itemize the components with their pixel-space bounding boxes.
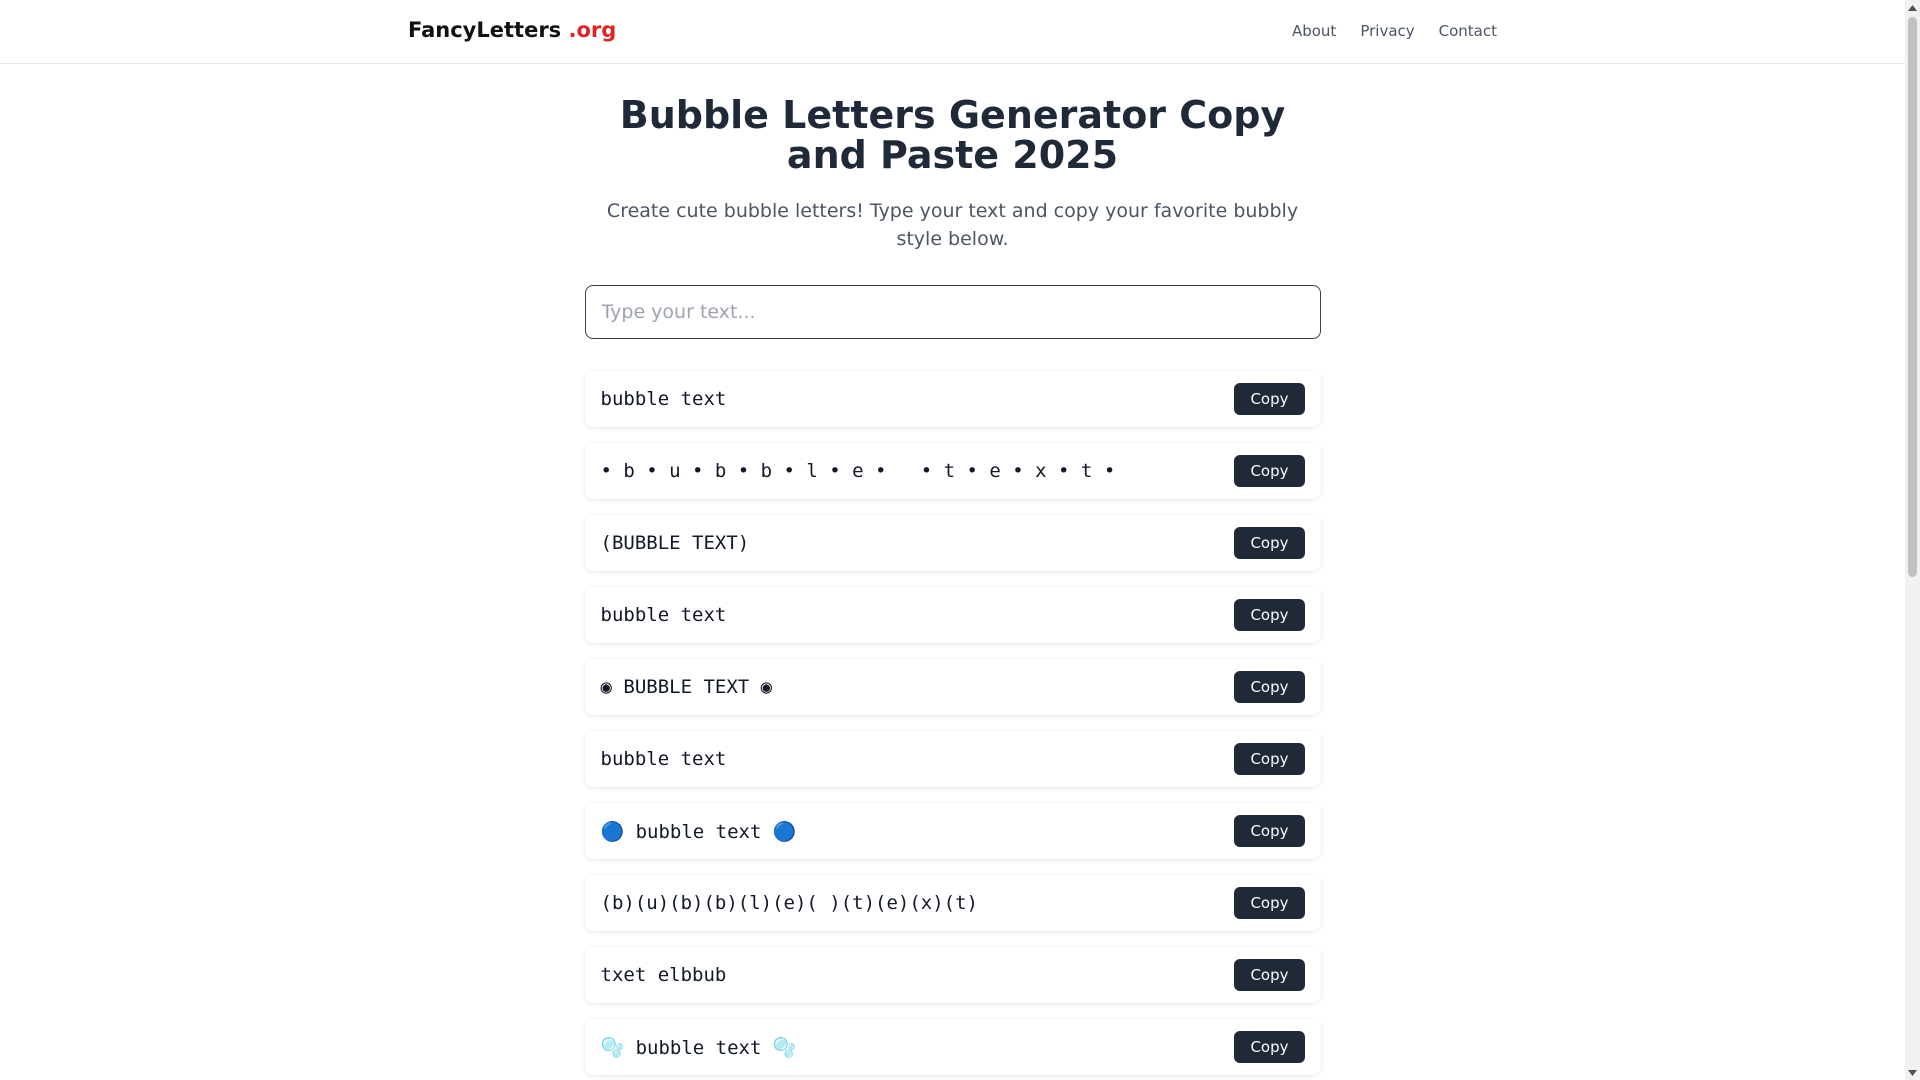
style-row: bubble text Copy: [584, 371, 1321, 427]
style-row: 🔵 bubble text 🔵 Copy: [584, 803, 1321, 859]
copy-button[interactable]: Copy: [1234, 815, 1305, 847]
style-text: (BUBBLE TEXT): [600, 532, 750, 554]
style-text: txet elbbub: [600, 964, 727, 986]
scroll-up-arrow-icon[interactable]: [1905, 0, 1920, 15]
style-row: bubble text Copy: [584, 731, 1321, 787]
style-text: bubble text: [600, 748, 727, 770]
style-row: (BUBBLE TEXT) Copy: [584, 515, 1321, 571]
style-row: 🫧 bubble text 🫧 Copy: [584, 1019, 1321, 1075]
brand-tld: .org: [568, 18, 617, 42]
brand-logo-link[interactable]: FancyLetters .org: [408, 18, 616, 42]
site-header: FancyLetters .org About Privacy Contact: [0, 0, 1905, 64]
main-content: Bubble Letters Generator Copy and Paste …: [584, 93, 1321, 1075]
page-subtitle: Create cute bubble letters! Type your te…: [606, 200, 1299, 250]
page-title: Bubble Letters Generator Copy and Paste …: [619, 93, 1286, 177]
nav-link-privacy[interactable]: Privacy: [1360, 22, 1414, 40]
style-row: txet elbbub Copy: [584, 947, 1321, 1003]
copy-button[interactable]: Copy: [1234, 455, 1305, 487]
brand-name: FancyLetters: [408, 18, 562, 42]
style-text: bubble text: [600, 604, 727, 626]
copy-button[interactable]: Copy: [1234, 599, 1305, 631]
page: FancyLetters .org About Privacy Contact …: [0, 0, 1905, 1080]
style-text: bubble text: [600, 388, 727, 410]
style-text: 🫧 bubble text 🫧: [600, 1036, 797, 1059]
copy-button[interactable]: Copy: [1234, 671, 1305, 703]
page-scrollbar[interactable]: [1905, 0, 1920, 1080]
top-nav: About Privacy Contact: [1292, 22, 1497, 40]
copy-button[interactable]: Copy: [1234, 383, 1305, 415]
text-input[interactable]: [584, 285, 1321, 339]
style-row: (b)(u)(b)(b)(l)(e)( )(t)(e)(x)(t) Copy: [584, 875, 1321, 931]
style-text: • b • u • b • b • l • e • • t • e • x • …: [600, 460, 1116, 482]
style-row: • b • u • b • b • l • e • • t • e • x • …: [584, 443, 1321, 499]
nav-link-about[interactable]: About: [1292, 22, 1336, 40]
style-row: bubble text Copy: [584, 587, 1321, 643]
style-text: ◉ BUBBLE TEXT ◉: [600, 676, 773, 698]
scroll-down-arrow-icon[interactable]: [1905, 1065, 1920, 1080]
copy-button[interactable]: Copy: [1234, 887, 1305, 919]
styles-list: bubble text Copy • b • u • b • b • l • e…: [584, 371, 1321, 1075]
copy-button[interactable]: Copy: [1234, 959, 1305, 991]
copy-button[interactable]: Copy: [1234, 1031, 1305, 1063]
copy-button[interactable]: Copy: [1234, 527, 1305, 559]
style-text: 🔵 bubble text 🔵: [600, 820, 797, 843]
style-text: (b)(u)(b)(b)(l)(e)( )(t)(e)(x)(t): [600, 892, 979, 914]
nav-link-contact[interactable]: Contact: [1439, 22, 1497, 40]
scrollbar-thumb[interactable]: [1908, 17, 1917, 577]
style-row: ◉ BUBBLE TEXT ◉ Copy: [584, 659, 1321, 715]
viewport: FancyLetters .org About Privacy Contact …: [0, 0, 1920, 1080]
copy-button[interactable]: Copy: [1234, 743, 1305, 775]
